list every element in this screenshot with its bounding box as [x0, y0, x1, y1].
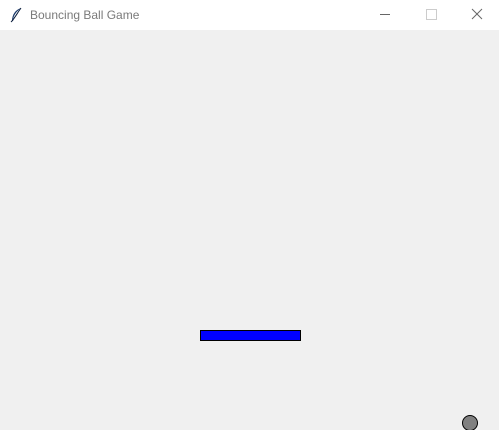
app-window: Bouncing Ball Game: [0, 0, 499, 430]
maximize-icon: [426, 9, 437, 20]
title-bar[interactable]: Bouncing Ball Game: [0, 0, 499, 30]
minimize-button[interactable]: [362, 0, 408, 30]
feather-icon: [9, 7, 23, 23]
paddle[interactable]: [200, 330, 301, 341]
close-icon: [471, 8, 483, 20]
ball: [462, 415, 478, 430]
close-button[interactable]: [453, 0, 499, 30]
maximize-button[interactable]: [408, 0, 454, 30]
game-canvas[interactable]: [0, 30, 499, 430]
minimize-icon: [380, 14, 390, 15]
window-title: Bouncing Ball Game: [30, 8, 140, 22]
